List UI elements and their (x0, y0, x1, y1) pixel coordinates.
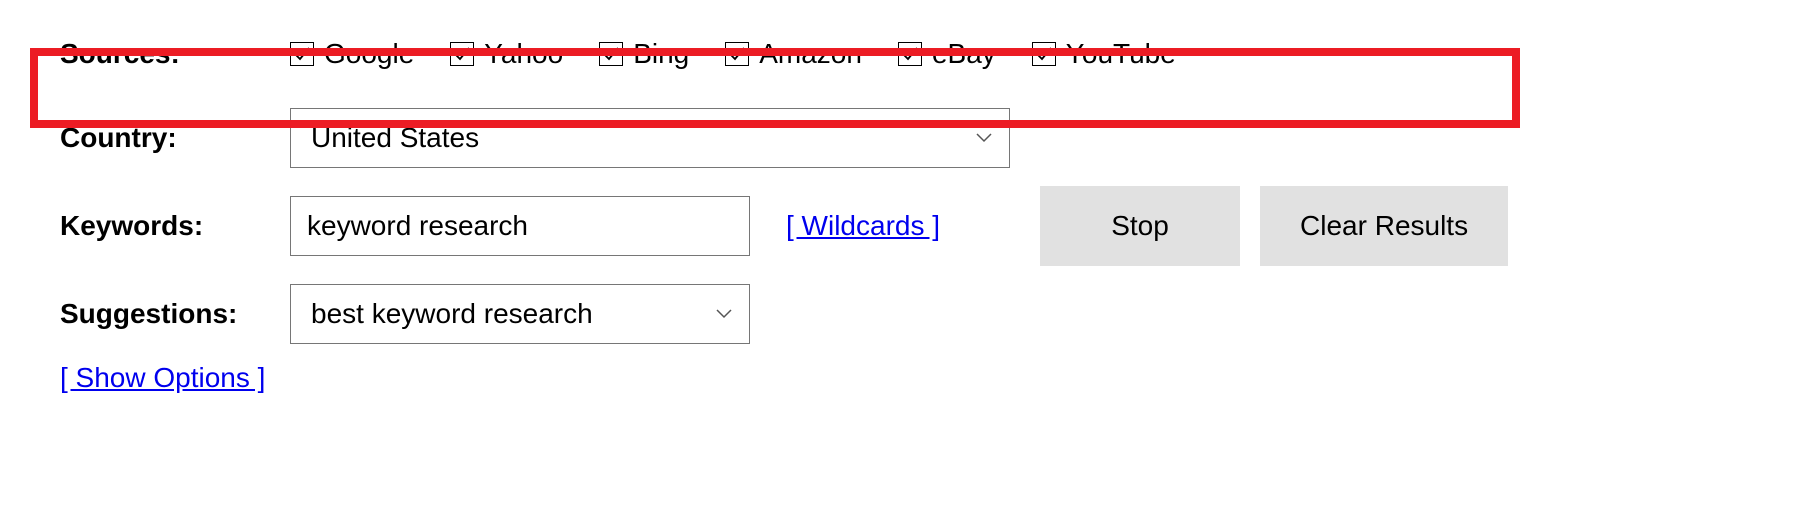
country-row: Country: United States (0, 108, 1820, 168)
source-label: Yahoo (484, 38, 563, 70)
checkbox-icon (290, 42, 314, 66)
country-select-value: United States (290, 108, 1010, 168)
source-youtube[interactable]: YouTube (1032, 38, 1176, 70)
wildcards-link[interactable]: [ Wildcards ] (786, 210, 940, 242)
stop-button[interactable]: Stop (1040, 186, 1240, 266)
country-label: Country: (60, 122, 290, 154)
suggestions-row: Suggestions: best keyword research (0, 284, 1820, 344)
source-label: YouTube (1066, 38, 1176, 70)
source-label: Bing (633, 38, 689, 70)
show-options-link[interactable]: [ Show Options ] (60, 362, 265, 393)
source-label: eBay (932, 38, 996, 70)
keywords-label: Keywords: (60, 210, 290, 242)
country-select[interactable]: United States (290, 108, 1010, 168)
checkbox-icon (725, 42, 749, 66)
source-label: Google (324, 38, 414, 70)
checkbox-icon (599, 42, 623, 66)
action-buttons: Stop Clear Results (1040, 186, 1508, 266)
source-google[interactable]: Google (290, 38, 414, 70)
sources-row: Sources: Google Yahoo Bing (0, 38, 1820, 70)
show-options-row: [ Show Options ] (0, 362, 1820, 394)
checkbox-icon (898, 42, 922, 66)
sources-label: Sources: (60, 38, 290, 70)
source-bing[interactable]: Bing (599, 38, 689, 70)
source-ebay[interactable]: eBay (898, 38, 996, 70)
source-yahoo[interactable]: Yahoo (450, 38, 563, 70)
source-amazon[interactable]: Amazon (725, 38, 862, 70)
suggestions-select[interactable]: best keyword research (290, 284, 750, 344)
checkbox-icon (1032, 42, 1056, 66)
clear-results-button[interactable]: Clear Results (1260, 186, 1508, 266)
keywords-row: Keywords: [ Wildcards ] Stop Clear Resul… (0, 186, 1820, 266)
suggestions-select-value: best keyword research (290, 284, 750, 344)
form-container: Sources: Google Yahoo Bing (0, 38, 1820, 394)
keywords-input[interactable] (290, 196, 750, 256)
source-label: Amazon (759, 38, 862, 70)
sources-list: Google Yahoo Bing Amazon (290, 38, 1176, 70)
suggestions-label: Suggestions: (60, 298, 290, 330)
checkbox-icon (450, 42, 474, 66)
